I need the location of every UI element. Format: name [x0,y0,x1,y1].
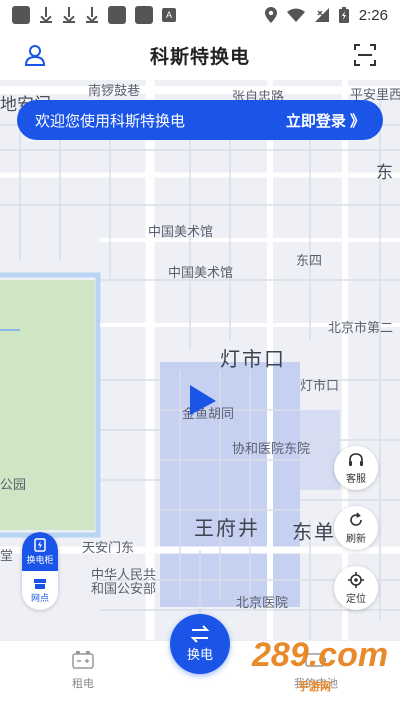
map-label: 堂 [0,548,14,563]
locate-icon [348,571,364,588]
map-layer-switch: 换电柜 网点 [22,532,58,610]
watermark-text: 手游网 [298,681,331,693]
status-system: 2:26 [264,6,388,24]
map-label: 东四 [296,253,323,268]
refresh-label: 刷新 [346,533,366,545]
map-view[interactable]: 南锣鼓巷 张自忠路 平安里西 地安门 东 中国美术馆 中国美术馆 东四 北京市第… [0,80,400,640]
watermark-logo: 289.com [251,636,388,674]
map-label: 协和医院东院 [232,441,311,456]
signal-icon [314,8,329,22]
tab-rent[interactable]: 租电 [43,651,123,691]
locate-button[interactable]: 定位 [334,566,378,610]
download-icon [85,7,99,23]
status-time: 2:26 [358,6,388,24]
download-icon [39,7,53,23]
map-label: 灯市口 [220,349,286,371]
location-icon [264,7,277,23]
map-label: 中国美术馆 [168,265,234,280]
map-label: 中国美术馆 [148,224,214,239]
refresh-icon [350,511,362,526]
battery-icon [338,7,349,23]
swap-label: 换电 [186,647,213,662]
cabinet-label: 换电柜 [26,554,54,565]
notification-badge-icon: A [162,8,176,22]
login-link[interactable]: 立即登录 》 [286,110,365,131]
battery-cabinet-icon [34,537,46,552]
status-bar: A 2:26 [0,0,400,30]
download-icon [62,7,76,23]
wifi-icon [286,8,305,22]
map-label: 东 [376,163,393,182]
service-label: 客服 [346,473,366,485]
map-label: 灯市口 [300,378,340,393]
customer-service-button[interactable]: 客服 [334,446,378,490]
outlet-label: 网点 [30,592,49,603]
map-label: 南锣鼓巷 [88,83,141,98]
watermark-logo-text: 289.com [251,636,388,674]
refresh-button[interactable]: 刷新 [334,506,378,550]
current-location-marker [190,385,216,415]
locate-label: 定位 [346,593,366,605]
site-watermark: 289.com 手游网 [248,630,388,693]
swap-battery-button[interactable]: 换电 [170,614,230,674]
headset-icon [349,452,363,466]
user-icon [24,45,46,66]
map-label: 东单 [292,522,336,544]
map-label: 北京市第二 [328,320,394,335]
app-notification-icon [108,6,126,24]
district-block [160,362,300,607]
app-screen: A 2:26 科斯特换电 南锣鼓巷 张自忠路 平安里西 东 中国美术馆 中国美术… [0,0,400,711]
map-label: 北京医院 [236,595,289,610]
scan-icon [354,44,376,66]
map-label: 公园 [0,477,27,492]
app-header: 科斯特换电 [0,30,400,80]
cabinet-layer-toggle[interactable]: 换电柜 [22,532,58,571]
page-title: 科斯特换电 [149,46,250,68]
battery-rent-icon [72,651,94,669]
login-banner[interactable]: 欢迎您使用科斯特换电 立即登录 》 [17,100,383,140]
app-notification-icon [12,6,30,24]
scan-button[interactable] [352,42,378,68]
banner-welcome-text: 欢迎您使用科斯特换电 [35,112,186,130]
map-canvas [0,80,400,640]
store-icon [34,578,46,589]
tab-rent-label: 租电 [72,678,94,690]
swap-arrows-icon [190,625,210,643]
status-notifications: A [12,6,176,24]
app-notification-icon [135,6,153,24]
outlet-layer-toggle[interactable]: 网点 [22,571,58,610]
profile-button[interactable] [22,42,48,68]
map-label: 天安门东 [82,540,135,555]
map-label: 王府井 [194,518,260,540]
map-label: 和国公安部 [91,581,157,596]
